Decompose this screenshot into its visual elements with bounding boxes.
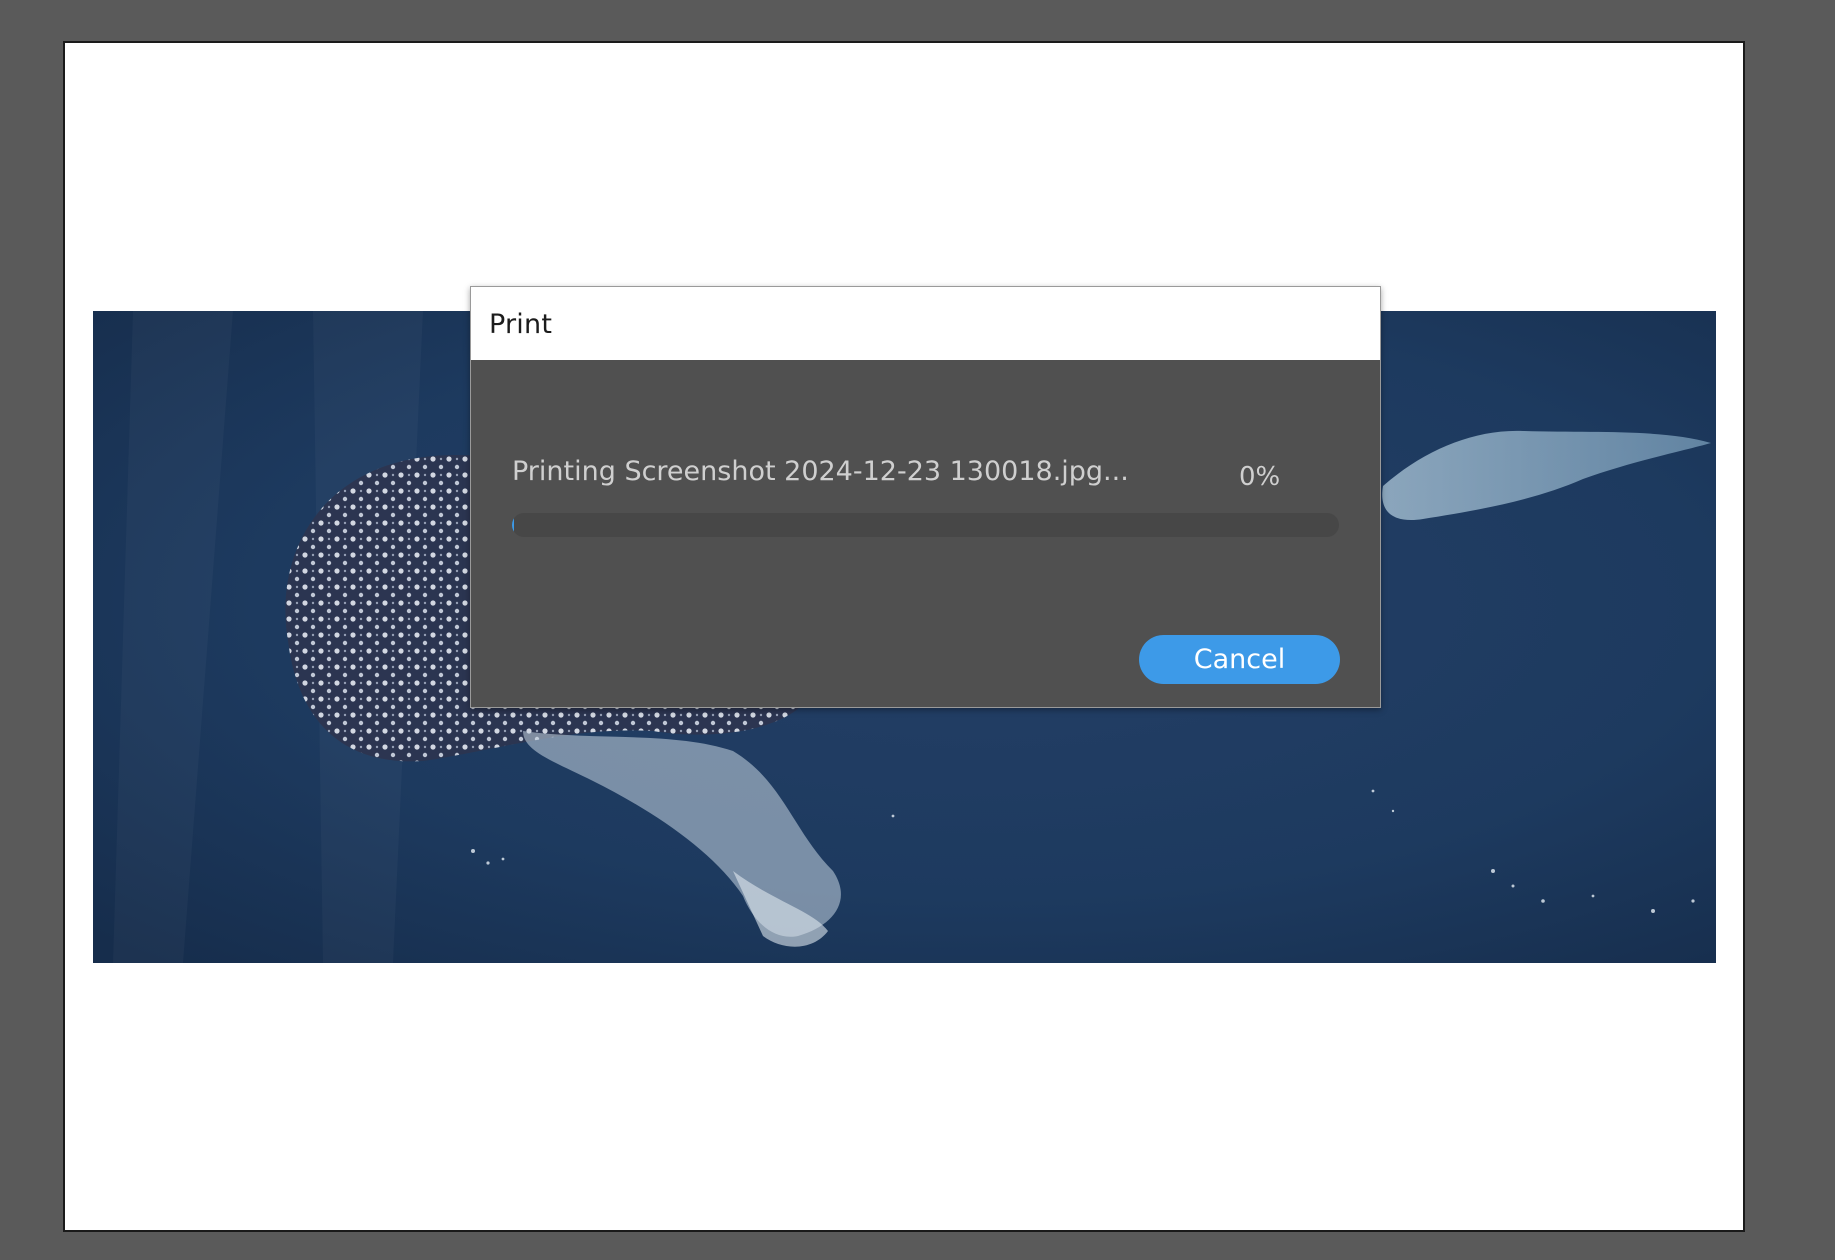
print-progress-dialog: Print Printing Screenshot 2024-12-23 130…	[470, 286, 1381, 708]
cancel-button[interactable]: Cancel	[1139, 635, 1340, 684]
dialog-titlebar[interactable]: Print	[471, 287, 1380, 360]
progress-bar	[512, 513, 1339, 537]
progress-percent-label: 0%	[1239, 462, 1281, 492]
print-status-text: Printing Screenshot 2024-12-23 130018.jp…	[512, 456, 1129, 487]
progress-bar-fill	[512, 513, 514, 537]
dialog-title: Print	[489, 309, 553, 340]
